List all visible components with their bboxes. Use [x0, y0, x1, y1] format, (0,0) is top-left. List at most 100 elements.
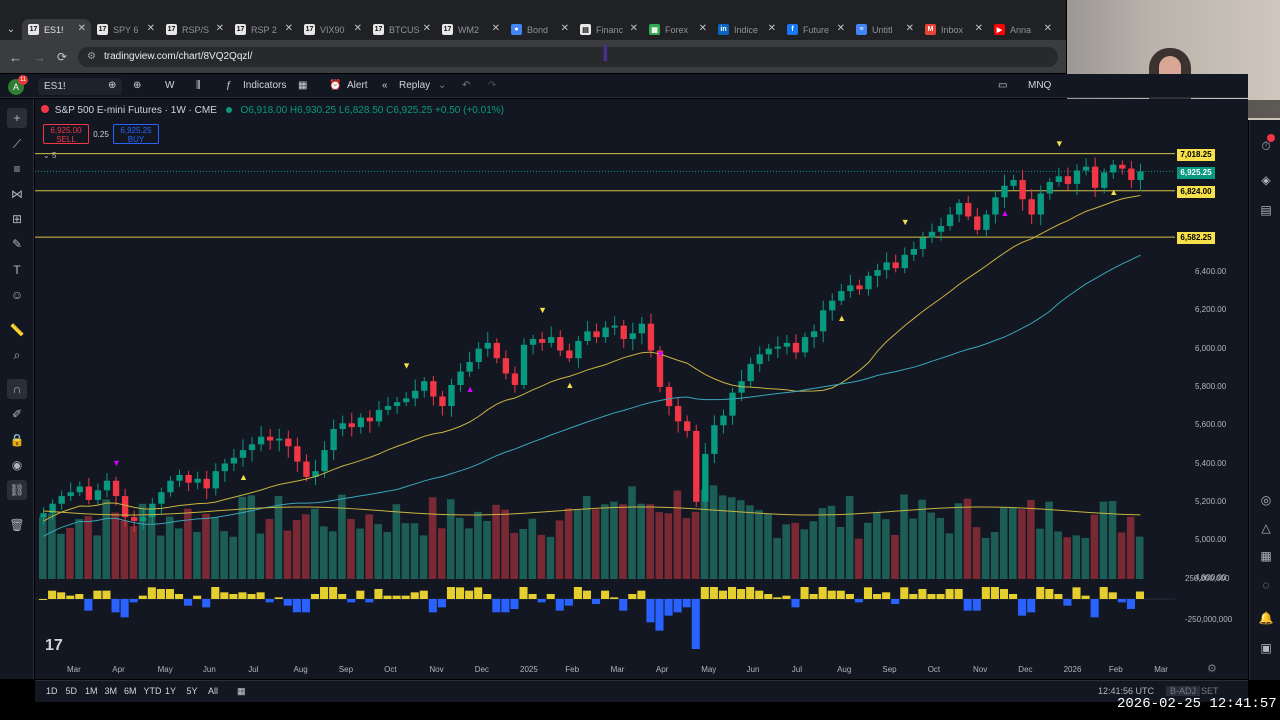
- browser-tab-8[interactable]: ▤ Financ ✕: [574, 19, 643, 40]
- tab-close-icon[interactable]: ✕: [216, 23, 224, 34]
- browser-tab-0[interactable]: 17 ES1! ✕: [22, 19, 91, 40]
- undo-icon[interactable]: ↶: [462, 74, 470, 98]
- tab-close-icon[interactable]: ✕: [630, 23, 638, 34]
- chart-pane[interactable]: ▼ ▲ ▼ ▲ ▼ ▲ ▼ ▲ ▼ ▲ ▼ ▲ S&P 500 E-mini Futures · 1W…: [35, 99, 1248, 679]
- interval-button[interactable]: W: [165, 74, 174, 98]
- layers-icon[interactable]: ◈: [1258, 172, 1274, 188]
- reload-icon[interactable]: ⟳: [57, 50, 67, 64]
- trash-icon[interactable]: 🗑: [7, 515, 27, 535]
- tab-close-icon[interactable]: ✕: [285, 23, 293, 34]
- crosshair-icon[interactable]: +: [7, 108, 27, 128]
- browser-tab-13[interactable]: M Inbox ✕: [919, 19, 988, 40]
- magnet-icon[interactable]: ∩: [7, 379, 27, 399]
- alarm-icon[interactable]: ⏱: [1258, 134, 1275, 154]
- range-button[interactable]: YTD: [144, 686, 162, 696]
- tab-close-icon[interactable]: ✕: [975, 23, 983, 34]
- alert-button[interactable]: Alert: [347, 74, 368, 98]
- browser-tab-10[interactable]: in Indice ✕: [712, 19, 781, 40]
- date-range-icon[interactable]: ▦: [237, 686, 246, 697]
- alert-icon[interactable]: ⏰: [329, 74, 341, 98]
- sell-button[interactable]: 6,925.00 SELL: [43, 124, 89, 144]
- oscillator-bar: [637, 590, 646, 599]
- forward-arrow-icon[interactable]: →: [33, 50, 46, 65]
- range-button[interactable]: All: [208, 686, 218, 696]
- redo-icon[interactable]: ↷: [488, 74, 496, 98]
- indicators-button[interactable]: Indicators: [243, 74, 286, 98]
- url-field[interactable]: ⚙ tradingview.com/chart/8VQ2Qqzl/: [78, 47, 1058, 67]
- eye-icon[interactable]: ◉: [7, 455, 27, 475]
- apps-icon[interactable]: ▣: [1258, 640, 1274, 656]
- tab-close-icon[interactable]: ✕: [147, 23, 155, 34]
- layout-icon[interactable]: ▭: [998, 74, 1007, 98]
- ruler-icon[interactable]: 📏: [7, 320, 27, 340]
- back-arrow-icon[interactable]: ←: [9, 50, 22, 65]
- range-button[interactable]: 1D: [46, 686, 58, 696]
- notifications-icon[interactable]: 🔔: [1258, 610, 1274, 626]
- tab-close-icon[interactable]: ✕: [1044, 23, 1052, 34]
- range-button[interactable]: 5Y: [187, 686, 198, 696]
- range-button[interactable]: 1M: [85, 686, 98, 696]
- add-symbol-icon[interactable]: ⊕: [133, 74, 141, 98]
- fib-icon[interactable]: ≡: [7, 159, 27, 179]
- projection-icon[interactable]: ⊞: [7, 209, 27, 229]
- pyramid-icon[interactable]: △: [1258, 520, 1274, 536]
- layout-name[interactable]: MNQ: [1028, 74, 1051, 98]
- browser-tab-14[interactable]: ▶ Anna ✕: [988, 19, 1057, 40]
- browser-tab-6[interactable]: 17 WM2 ✕: [436, 19, 505, 40]
- tab-close-icon[interactable]: ✕: [768, 23, 776, 34]
- browser-tab-7[interactable]: ● Bond ✕: [505, 19, 574, 40]
- browser-tab-12[interactable]: ≡ Untitl ✕: [850, 19, 919, 40]
- axis-settings-icon[interactable]: ⚙: [1207, 662, 1217, 675]
- time-axis[interactable]: Mar Apr May Jun Jul Aug Sep Oct Nov Dec 2025 Feb Mar…: [35, 660, 1248, 678]
- candle-type-icon[interactable]: ⫼: [196, 74, 201, 98]
- browser-tab-5[interactable]: 17 BTCUS ✕: [367, 19, 436, 40]
- brush-icon[interactable]: ✎: [7, 234, 27, 254]
- tab-close-icon[interactable]: ✕: [699, 23, 707, 34]
- text-tool-icon[interactable]: T: [7, 260, 27, 280]
- tab-search-chevron-icon[interactable]: ⌄: [0, 19, 22, 40]
- tab-close-icon[interactable]: ✕: [906, 23, 914, 34]
- emoji-icon[interactable]: ☺: [7, 285, 27, 305]
- range-button[interactable]: 5D: [66, 686, 78, 696]
- tab-close-icon[interactable]: ✕: [354, 23, 362, 34]
- browser-tab-11[interactable]: f Future ✕: [781, 19, 850, 40]
- price-chart-svg[interactable]: ▼ ▲ ▼ ▲ ▼ ▲ ▼ ▲ ▼ ▲ ▼ ▲: [35, 99, 1248, 659]
- site-settings-icon[interactable]: ⚙: [87, 47, 96, 67]
- pattern-icon[interactable]: ⋈: [7, 184, 27, 204]
- adj-button[interactable]: B-ADJ: [1166, 686, 1201, 696]
- compare-symbol-icon[interactable]: ⊕: [108, 74, 116, 98]
- tab-close-icon[interactable]: ✕: [561, 23, 569, 34]
- chat-icon[interactable]: ▤: [1258, 202, 1274, 218]
- zoom-icon[interactable]: ⌕: [7, 345, 27, 365]
- trend-line-icon[interactable]: ⟋: [7, 134, 27, 154]
- browser-tab-4[interactable]: 17 VIX90 ✕: [298, 19, 367, 40]
- browser-tab-3[interactable]: 17 RSP 2 ✕: [229, 19, 298, 40]
- indicators-icon[interactable]: ƒ: [226, 74, 232, 98]
- ideas-icon[interactable]: ◌: [1258, 577, 1274, 593]
- browser-tab-9[interactable]: ▦ Forex ✕: [643, 19, 712, 40]
- templates-icon[interactable]: ▦: [298, 74, 307, 98]
- tab-close-icon[interactable]: ✕: [78, 23, 86, 34]
- link-icon[interactable]: ⛓: [7, 480, 27, 500]
- replay-chevron-icon[interactable]: ⌄: [438, 74, 446, 98]
- calendar-icon[interactable]: ▦: [1258, 548, 1274, 564]
- range-button[interactable]: 6M: [124, 686, 137, 696]
- stay-drawing-icon[interactable]: ✐: [7, 404, 27, 424]
- oscillator-bar: [57, 592, 66, 599]
- utc-clock[interactable]: 12:41:56 UTC: [1098, 686, 1154, 696]
- browser-tab-1[interactable]: 17 SPY 6 ✕: [91, 19, 160, 40]
- user-avatar[interactable]: A 11: [8, 75, 28, 95]
- session-button[interactable]: SET: [1201, 686, 1219, 696]
- tab-close-icon[interactable]: ✕: [837, 23, 845, 34]
- tab-close-icon[interactable]: ✕: [423, 23, 431, 34]
- range-button[interactable]: 1Y: [165, 686, 176, 696]
- target-icon[interactable]: ◎: [1258, 492, 1274, 508]
- tab-close-icon[interactable]: ✕: [492, 23, 500, 34]
- lock-icon[interactable]: 🔒: [7, 430, 27, 450]
- range-button[interactable]: 3M: [105, 686, 118, 696]
- replay-button[interactable]: Replay: [399, 74, 430, 98]
- buy-button[interactable]: 6,925.25 BUY: [113, 124, 159, 144]
- browser-tab-2[interactable]: 17 RSP/S ✕: [160, 19, 229, 40]
- replay-icon[interactable]: «: [382, 74, 388, 98]
- indicators-collapse[interactable]: ⌄ 5: [43, 151, 56, 160]
